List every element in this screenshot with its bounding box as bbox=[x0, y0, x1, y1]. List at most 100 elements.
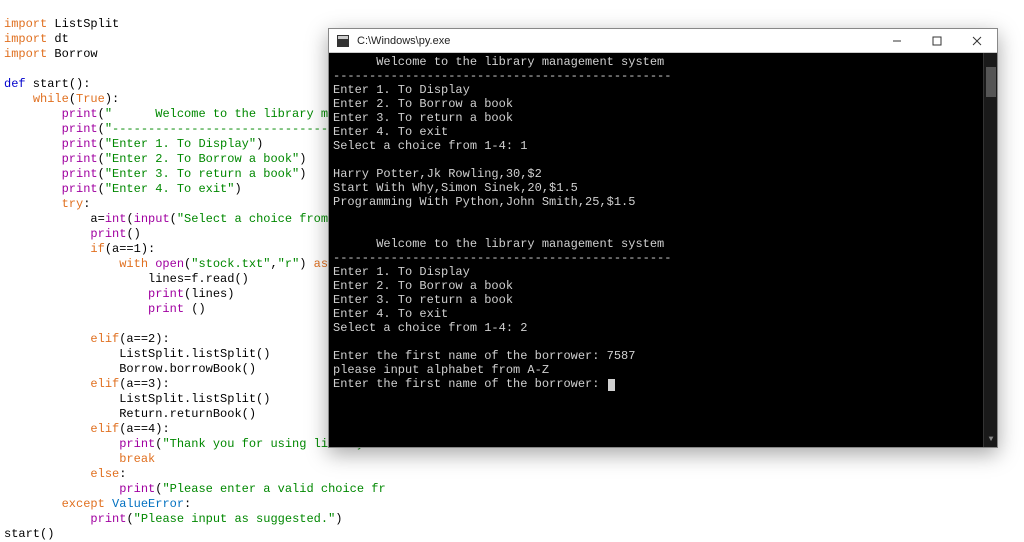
kw-print: print bbox=[62, 122, 98, 136]
scrollbar[interactable]: ▲ ▼ bbox=[983, 53, 997, 447]
kw-int: int bbox=[105, 212, 127, 226]
kw-print: print bbox=[148, 302, 184, 316]
console-line: Harry Potter,Jk Rowling,30,$2 bbox=[333, 167, 542, 181]
console-line: ----------------------------------------… bbox=[333, 251, 671, 265]
code-text: ): bbox=[105, 92, 119, 106]
code-text bbox=[4, 482, 119, 496]
kw-as: as bbox=[306, 257, 328, 271]
kw-input: input bbox=[134, 212, 170, 226]
console-line: Enter 2. To Borrow a book bbox=[333, 97, 513, 111]
console-line: Enter 1. To Display bbox=[333, 265, 470, 279]
kw-elif: elif bbox=[90, 332, 119, 346]
console-line: please input alphabet from A-Z bbox=[333, 363, 549, 377]
console-line: ----------------------------------------… bbox=[333, 69, 671, 83]
code-text: (a==1): bbox=[105, 242, 155, 256]
code-text: : bbox=[184, 497, 191, 511]
code-text bbox=[4, 257, 119, 271]
code-text bbox=[4, 422, 90, 436]
console-line: Enter the first name of the borrower: 75… bbox=[333, 349, 635, 363]
kw-print: print bbox=[90, 512, 126, 526]
kw-import: import bbox=[4, 17, 47, 31]
kw-import: import bbox=[4, 32, 47, 46]
console-line: Start With Why,Simon Sinek,20,$1.5 bbox=[333, 181, 578, 195]
code-text: start(): bbox=[26, 77, 91, 91]
str: "Enter 3. To return a book" bbox=[105, 167, 299, 181]
kw-print: print bbox=[62, 107, 98, 121]
console-line: Select a choice from 1-4: 2 bbox=[333, 321, 527, 335]
kw-break: break bbox=[119, 452, 155, 466]
code-text: ) bbox=[234, 182, 241, 196]
kw-else: else bbox=[90, 467, 119, 481]
code-text bbox=[4, 332, 90, 346]
str: "Please enter a valid choice fr bbox=[162, 482, 385, 496]
code-text: ) bbox=[299, 152, 306, 166]
console-line: Select a choice from 1-4: 1 bbox=[333, 139, 527, 153]
kw-with: with bbox=[119, 257, 148, 271]
code-text bbox=[4, 512, 90, 526]
code-text: ListSplit.listSplit() bbox=[4, 392, 270, 406]
str: "r" bbox=[278, 257, 300, 271]
code-text: Return.returnBook() bbox=[4, 407, 256, 421]
code-text: Borrow bbox=[47, 47, 97, 61]
code-text: ) bbox=[299, 167, 306, 181]
code-text: Borrow.borrowBook() bbox=[4, 362, 256, 376]
kw-open: open bbox=[155, 257, 184, 271]
scrollbar-down-icon[interactable]: ▼ bbox=[984, 433, 997, 447]
code-text: , bbox=[270, 257, 277, 271]
code-text: ( bbox=[126, 512, 133, 526]
code-text: (a==4): bbox=[119, 422, 169, 436]
kw-print: print bbox=[148, 287, 184, 301]
code-text: ( bbox=[98, 137, 105, 151]
str: "Enter 4. To exit" bbox=[105, 182, 235, 196]
kw-print: print bbox=[119, 437, 155, 451]
app-icon bbox=[335, 33, 351, 49]
code-text: ( bbox=[98, 167, 105, 181]
code-text: ( bbox=[69, 92, 76, 106]
code-text bbox=[4, 497, 62, 511]
console-line: Programming With Python,John Smith,25,$1… bbox=[333, 195, 635, 209]
str: "Enter 2. To Borrow a book" bbox=[105, 152, 299, 166]
kw-print: print bbox=[119, 482, 155, 496]
close-button[interactable] bbox=[957, 29, 997, 53]
console-line: Enter 2. To Borrow a book bbox=[333, 279, 513, 293]
scrollbar-thumb[interactable] bbox=[986, 67, 996, 97]
code-text bbox=[4, 152, 62, 166]
code-text: : bbox=[119, 467, 126, 481]
code-text bbox=[4, 122, 62, 136]
code-text bbox=[4, 107, 62, 121]
code-text bbox=[4, 92, 33, 106]
kw-elif: elif bbox=[90, 422, 119, 436]
titlebar[interactable]: C:\Windows\py.exe bbox=[329, 29, 997, 53]
code-text: () bbox=[126, 227, 140, 241]
code-text: ( bbox=[98, 152, 105, 166]
code-text: a= bbox=[4, 212, 105, 226]
kw-print: print bbox=[62, 182, 98, 196]
maximize-button[interactable] bbox=[917, 29, 957, 53]
code-text bbox=[4, 287, 148, 301]
code-text: (a==3): bbox=[119, 377, 169, 391]
kw-except: except bbox=[62, 497, 105, 511]
console-line: Welcome to the library management system bbox=[333, 55, 664, 69]
kw-elif: elif bbox=[90, 377, 119, 391]
kw-def: def bbox=[4, 77, 26, 91]
kw-if: if bbox=[90, 242, 104, 256]
code-text: ( bbox=[98, 182, 105, 196]
code-text bbox=[4, 197, 62, 211]
kw-while: while bbox=[33, 92, 69, 106]
str: "Please input as suggested." bbox=[134, 512, 336, 526]
code-text: ( bbox=[170, 212, 177, 226]
window-title: C:\Windows\py.exe bbox=[357, 35, 877, 47]
cursor-icon bbox=[608, 379, 615, 391]
code-text: start() bbox=[4, 527, 54, 541]
minimize-button[interactable] bbox=[877, 29, 917, 53]
code-text bbox=[4, 377, 90, 391]
code-text: ( bbox=[98, 122, 105, 136]
code-text bbox=[105, 497, 112, 511]
console-line: Enter 1. To Display bbox=[333, 83, 470, 97]
code-text: lines=f.read() bbox=[4, 272, 249, 286]
kw-true: True bbox=[76, 92, 105, 106]
console-output[interactable]: Welcome to the library management system… bbox=[329, 53, 997, 447]
code-text: ( bbox=[126, 212, 133, 226]
console-line: Enter 4. To exit bbox=[333, 307, 448, 321]
console-line: Welcome to the library management system bbox=[333, 237, 664, 251]
